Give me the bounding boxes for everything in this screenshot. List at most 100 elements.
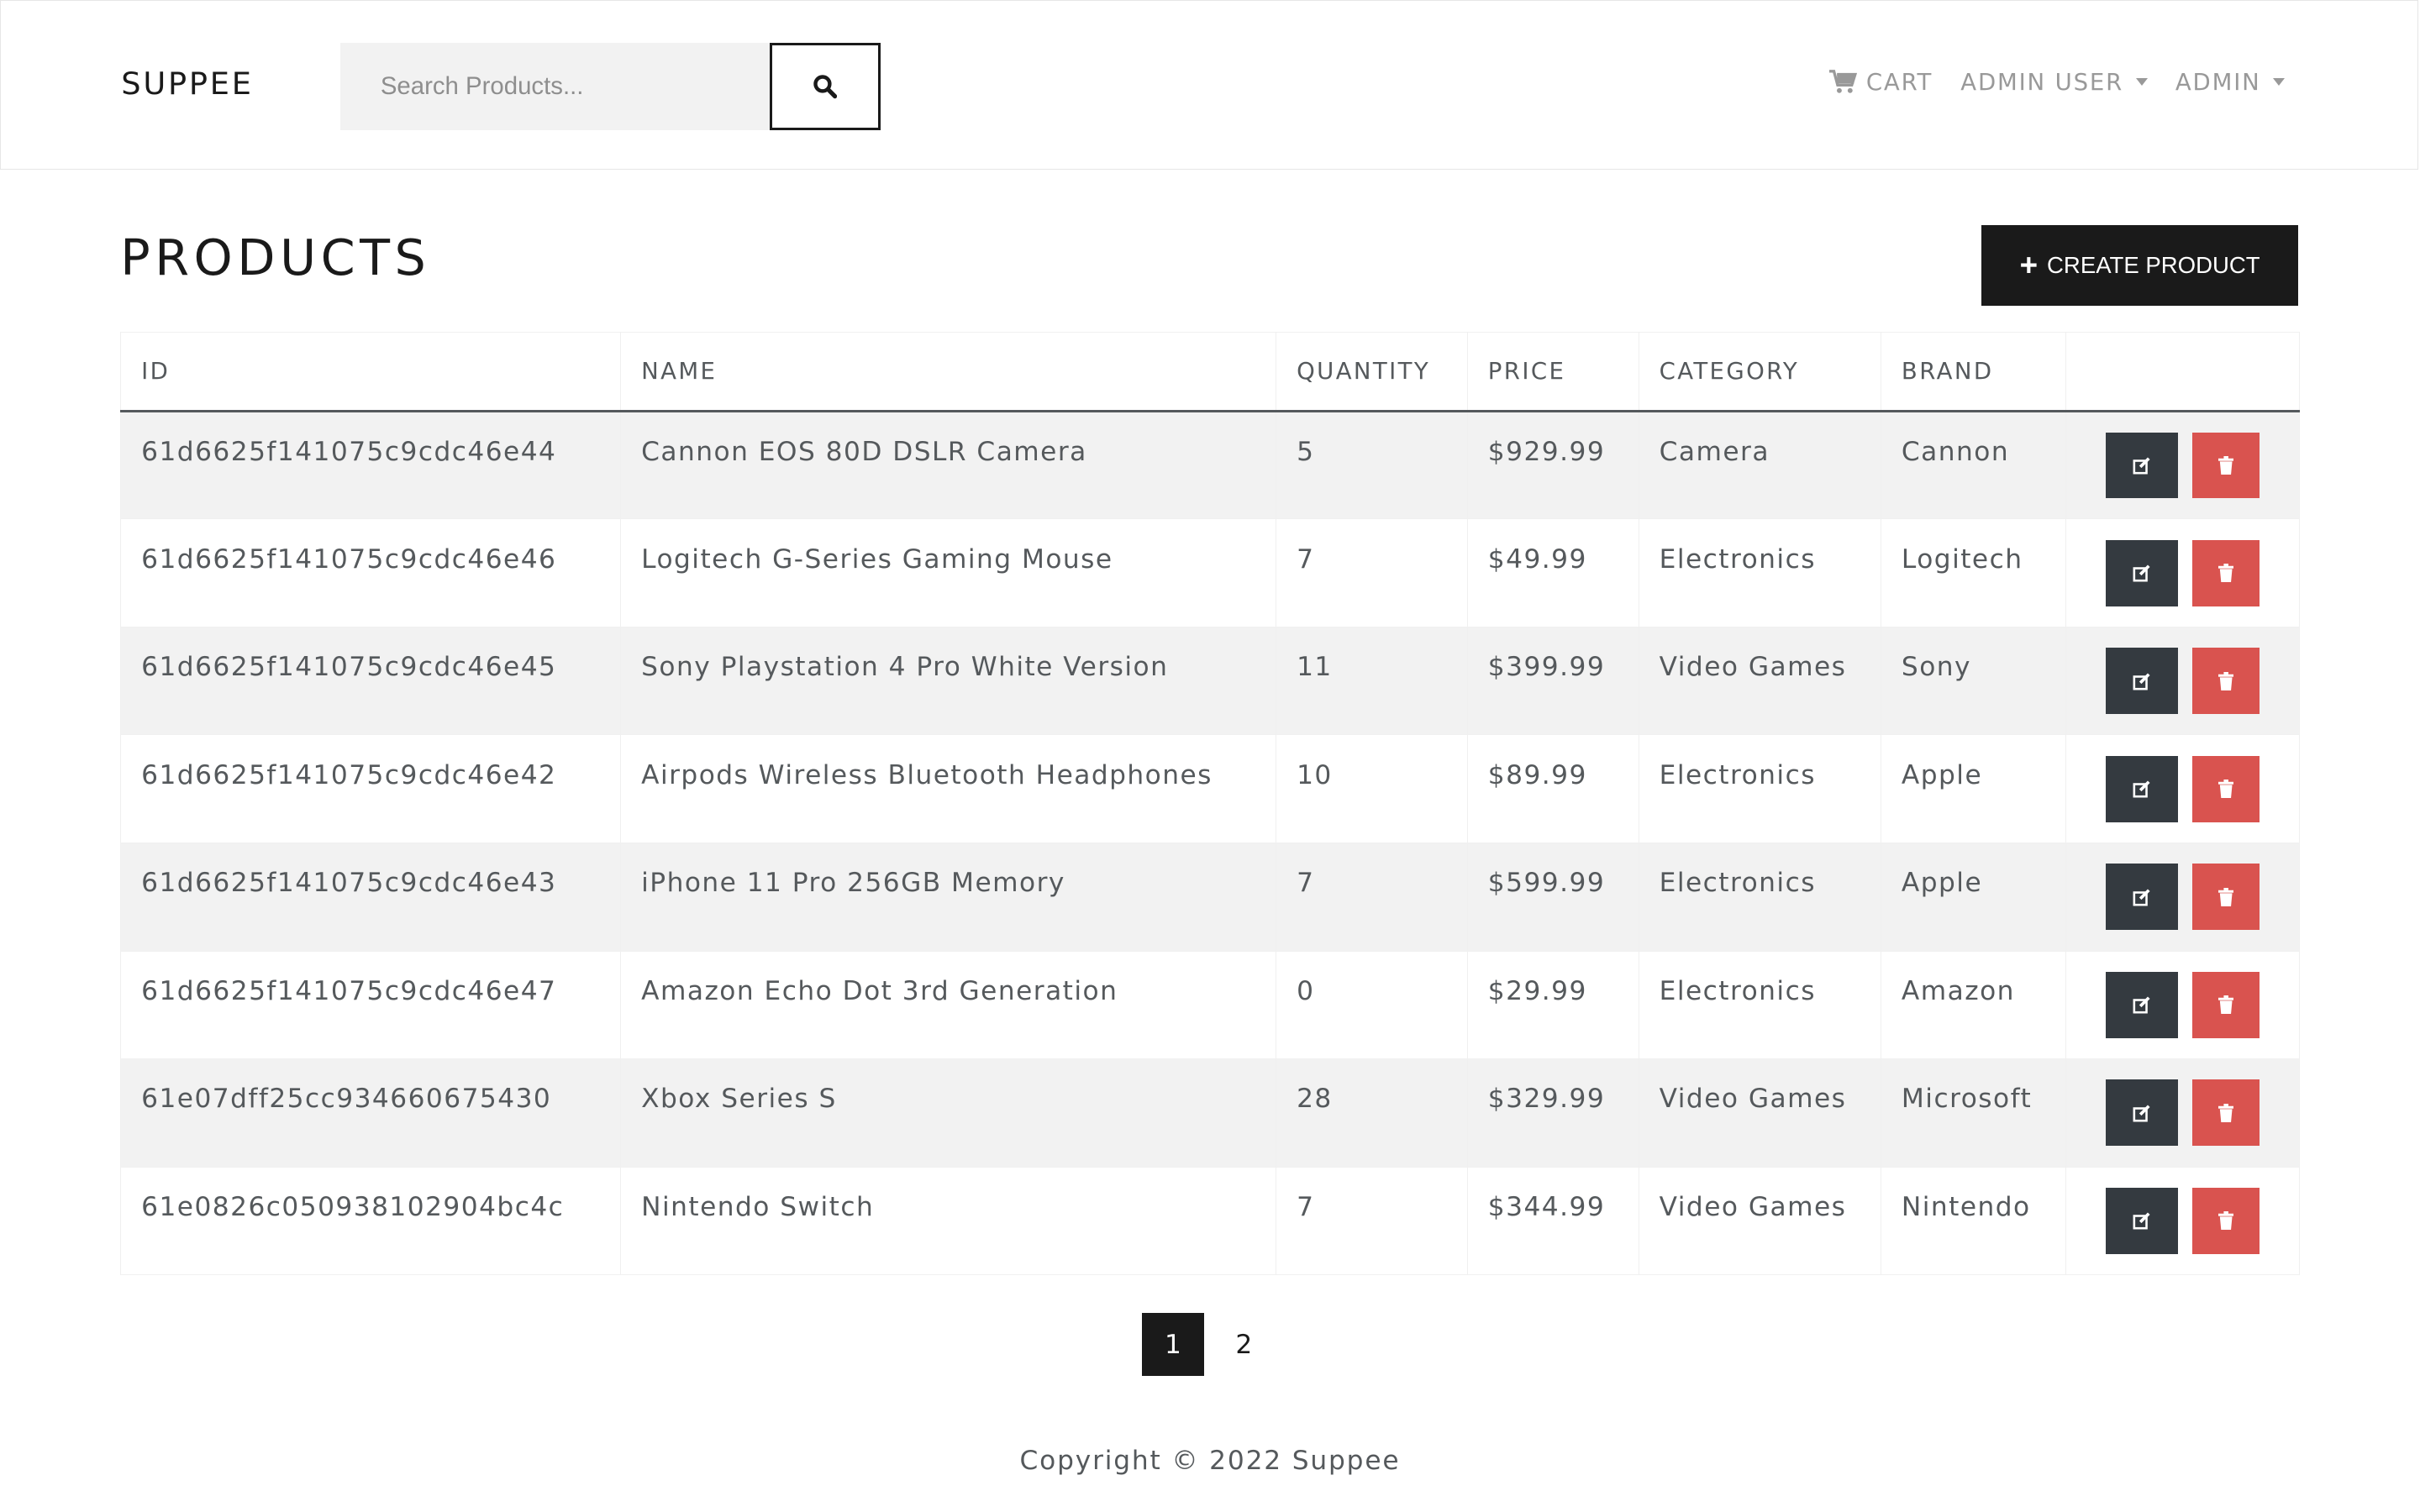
chevron-down-icon [2273, 78, 2286, 87]
product-brand: Apple [1881, 842, 2067, 952]
column-header: QUANTITY [1276, 331, 1468, 412]
delete-button[interactable] [2191, 648, 2260, 715]
brand-logo[interactable]: SUPPEE [121, 66, 253, 102]
product-id: 61d6625f141075c9cdc46e47 [120, 950, 622, 1060]
trash-icon [2217, 887, 2234, 906]
page-link-1[interactable]: 1 [1142, 1313, 1204, 1377]
product-quantity: 7 [1276, 842, 1468, 952]
delete-button[interactable] [2191, 1187, 2260, 1254]
search-input[interactable] [340, 42, 770, 131]
product-name: iPhone 11 Pro 256GB Memory [620, 842, 1277, 952]
product-price: $49.99 [1466, 518, 1639, 627]
edit-icon [2133, 457, 2150, 475]
edit-icon [2133, 1105, 2150, 1122]
edit-icon [2133, 673, 2150, 690]
product-quantity: 5 [1276, 410, 1468, 520]
create-product-label: CREATE PRODUCT [2047, 251, 2260, 278]
delete-button[interactable] [2191, 755, 2260, 822]
delete-button[interactable] [2191, 864, 2260, 931]
plus-icon: + [2019, 247, 2039, 282]
product-category: Electronics [1638, 950, 1882, 1060]
trash-icon [2217, 564, 2234, 583]
row-actions [2065, 1058, 2300, 1168]
delete-button[interactable] [2191, 1079, 2260, 1147]
edit-button[interactable] [2105, 1187, 2179, 1254]
row-actions [2065, 410, 2300, 520]
table-header: ID NAME QUANTITY PRICE CATEGORY BRAND [120, 331, 2300, 412]
product-price: $29.99 [1466, 950, 1639, 1060]
product-name: Nintendo Switch [620, 1166, 1277, 1276]
product-id: 61d6625f141075c9cdc46e43 [120, 842, 622, 952]
nav-user-dropdown[interactable]: ADMIN USER [1960, 69, 2148, 96]
product-category: Electronics [1638, 518, 1882, 627]
edit-button[interactable] [2105, 864, 2179, 931]
edit-icon [2133, 1212, 2150, 1230]
column-header: PRICE [1466, 331, 1639, 412]
edit-icon [2133, 996, 2150, 1014]
product-id: 61e07dff25cc934660675430 [120, 1058, 622, 1168]
delete-button[interactable] [2191, 971, 2260, 1038]
table-row: 61d6625f141075c9cdc46e45 Sony Playstation… [120, 626, 2300, 736]
row-actions [2065, 626, 2300, 736]
product-category: Camera [1638, 410, 1882, 520]
navbar: SUPPEE CART ADMIN USER ADMIN [0, 0, 2419, 171]
nav-admin-dropdown[interactable]: ADMIN [2175, 68, 2286, 96]
product-brand: Cannon [1881, 410, 2067, 520]
nav-admin-label: ADMIN [2175, 68, 2261, 96]
edit-button[interactable] [2105, 1079, 2179, 1147]
product-price: $929.99 [1466, 410, 1639, 520]
trash-icon [2217, 1211, 2234, 1231]
row-actions [2065, 1166, 2300, 1276]
product-name: Logitech G-Series Gaming Mouse [620, 518, 1277, 627]
edit-button[interactable] [2105, 971, 2179, 1038]
product-id: 61e0826c050938102904bc4c [120, 1166, 622, 1276]
search-button[interactable] [769, 42, 881, 131]
product-id: 61d6625f141075c9cdc46e42 [120, 734, 622, 843]
product-id: 61d6625f141075c9cdc46e46 [120, 518, 622, 627]
edit-icon [2133, 780, 2150, 798]
edit-button[interactable] [2105, 648, 2179, 715]
table-row: 61e0826c050938102904bc4c Nintendo Switch 7… [120, 1166, 2300, 1276]
edit-button[interactable] [2105, 755, 2179, 822]
table-row: 61e07dff25cc934660675430 Xbox Series S 28 $… [120, 1058, 2300, 1168]
chevron-down-icon [2135, 78, 2148, 87]
row-actions [2065, 734, 2300, 843]
column-header: BRAND [1881, 331, 2067, 412]
row-actions [2065, 950, 2300, 1060]
edit-icon [2133, 889, 2150, 906]
product-category: Video Games [1638, 1166, 1882, 1276]
column-header: CATEGORY [1638, 331, 1882, 412]
table-row: 61d6625f141075c9cdc46e46 Logitech G-Serie… [120, 518, 2300, 627]
pagination: 12 [1142, 1313, 1275, 1377]
product-name: Cannon EOS 80D DSLR Camera [620, 410, 1277, 520]
product-category: Electronics [1638, 734, 1882, 843]
column-header: ID [120, 331, 622, 412]
trash-icon [2217, 995, 2234, 1015]
edit-button[interactable] [2105, 432, 2179, 499]
footer-copyright: Copyright © 2022 Suppee [1019, 1445, 1401, 1476]
row-actions [2065, 518, 2300, 627]
product-id: 61d6625f141075c9cdc46e44 [120, 410, 622, 520]
page-link-2[interactable]: 2 [1213, 1313, 1275, 1376]
product-name: Amazon Echo Dot 3rd Generation [620, 950, 1277, 1060]
nav-links: CART ADMIN USER ADMIN [1828, 68, 2286, 96]
product-price: $399.99 [1466, 626, 1639, 736]
create-product-button[interactable]: + CREATE PRODUCT [1981, 225, 2298, 306]
page-title: PRODUCTS [120, 228, 431, 286]
product-category: Video Games [1638, 1058, 1882, 1168]
delete-button[interactable] [2191, 539, 2260, 606]
column-header: NAME [620, 331, 1277, 412]
column-header [2065, 331, 2300, 412]
search-icon [813, 75, 838, 99]
delete-button[interactable] [2191, 432, 2260, 499]
product-price: $344.99 [1466, 1166, 1639, 1276]
table-row: 61d6625f141075c9cdc46e43 iPhone 11 Pro 25… [120, 842, 2300, 952]
trash-icon [2217, 780, 2234, 799]
table-row: 61d6625f141075c9cdc46e47 Amazon Echo Dot … [120, 950, 2300, 1060]
product-category: Video Games [1638, 626, 1882, 736]
product-name: Sony Playstation 4 Pro White Version [620, 626, 1277, 736]
table-body: 61d6625f141075c9cdc46e44 Cannon EOS 80D D… [120, 410, 2300, 1276]
edit-button[interactable] [2105, 539, 2179, 606]
table-row: 61d6625f141075c9cdc46e42 Airpods Wireless… [120, 734, 2300, 843]
nav-cart[interactable]: CART [1828, 69, 1933, 96]
